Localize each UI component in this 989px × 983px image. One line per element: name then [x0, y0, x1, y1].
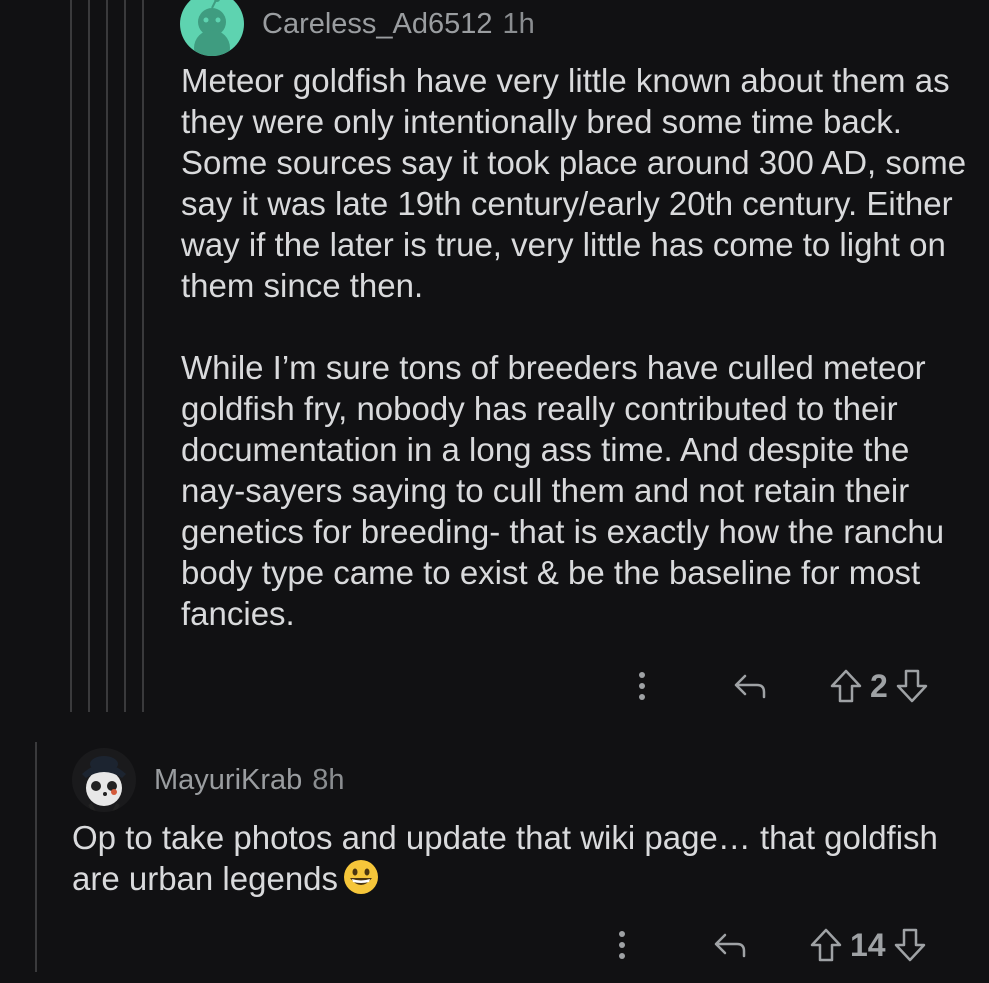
comment-paragraph: Op to take photos and update that wiki p…	[72, 817, 972, 905]
thread-line[interactable]	[106, 0, 108, 712]
comment-paragraph: Meteor goldfish have very little known a…	[181, 62, 967, 304]
grinning-face-emoji-icon	[342, 858, 380, 905]
comment-username[interactable]: MayuriKrab	[154, 764, 302, 797]
vote-score: 2	[870, 667, 888, 704]
downvote-icon[interactable]	[894, 664, 930, 708]
comment-thread: Careless_Ad6512 1h Meteor goldfish have …	[0, 0, 989, 983]
comment-paragraph: While I’m sure tons of breeders have cul…	[181, 349, 945, 632]
comment-body: Op to take photos and update that wiki p…	[72, 817, 972, 905]
comment-timestamp: 1h	[502, 7, 535, 40]
downvote-icon[interactable]	[892, 923, 928, 967]
comment-actions: 2	[622, 664, 930, 708]
thread-line[interactable]	[142, 0, 144, 712]
thread-line[interactable]	[88, 0, 90, 712]
upvote-icon[interactable]	[828, 664, 864, 708]
vote-score: 14	[850, 926, 886, 963]
more-options-icon[interactable]	[622, 664, 662, 708]
more-options-icon[interactable]	[602, 923, 642, 967]
upvote-icon[interactable]	[808, 923, 844, 967]
panda-avatar-icon[interactable]	[72, 748, 136, 812]
comment-text: Op to take photos and update that wiki p…	[72, 819, 938, 897]
thread-line[interactable]	[35, 742, 37, 972]
comment-body: Meteor goldfish have very little known a…	[181, 60, 976, 634]
comment-username[interactable]: Careless_Ad6512	[262, 8, 493, 41]
comment-header: MayuriKrab 8h	[72, 748, 345, 812]
thread-line[interactable]	[124, 0, 126, 712]
snoo-avatar-icon[interactable]	[180, 0, 244, 56]
reply-icon[interactable]	[706, 923, 754, 967]
reply-icon[interactable]	[726, 664, 774, 708]
thread-line[interactable]	[70, 0, 72, 712]
comment-timestamp: 8h	[312, 763, 345, 796]
comment-header: Careless_Ad6512 1h	[180, 0, 535, 56]
comment-actions: 14	[602, 923, 928, 967]
